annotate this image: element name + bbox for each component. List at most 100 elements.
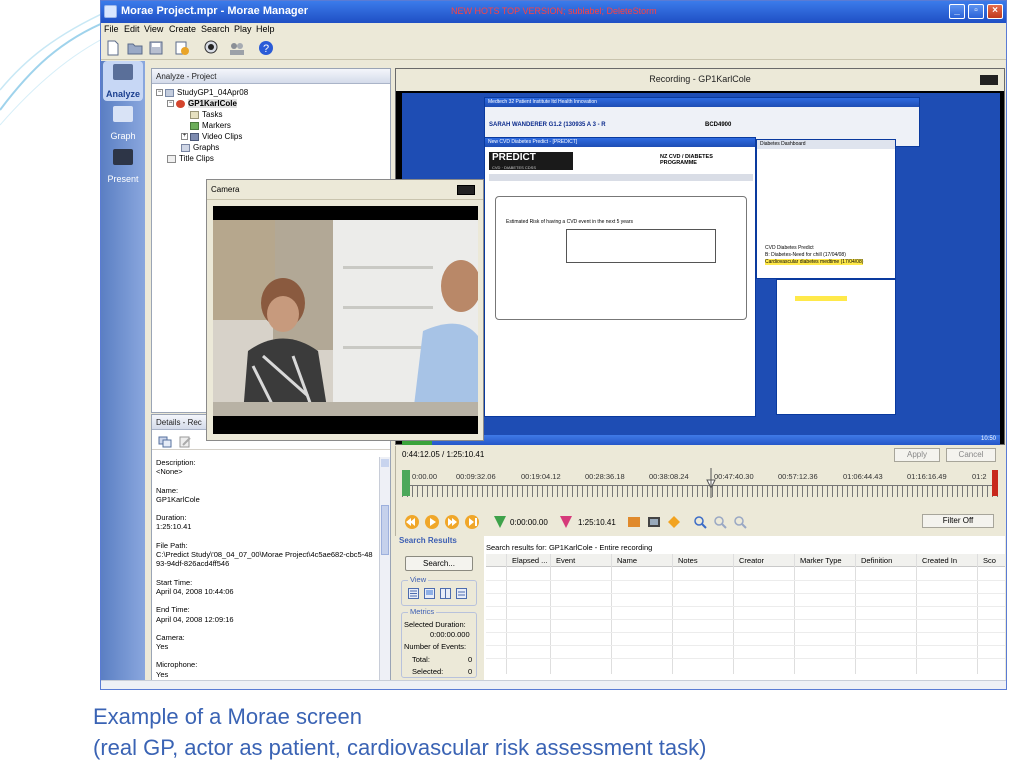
- selected-value: 0: [468, 667, 473, 676]
- edit-icon[interactable]: [178, 436, 192, 448]
- nav-present[interactable]: Present: [103, 146, 143, 186]
- details-panel: Details - Rec Description: <None> Name: …: [151, 414, 391, 686]
- tree-item-markers[interactable]: Markers: [190, 120, 231, 131]
- play-icon[interactable]: [424, 514, 440, 530]
- detail-value: April 04, 2008 10:44:06: [156, 586, 234, 596]
- fast-forward-icon[interactable]: [444, 514, 460, 530]
- copy-icon[interactable]: [158, 436, 172, 448]
- timeline[interactable]: 0:00.00 00:09:32.06 00:19:04.12 00:28:36…: [402, 468, 998, 498]
- playhead[interactable]: [706, 468, 717, 498]
- minimize-button[interactable]: _: [949, 4, 965, 19]
- start-flag-icon[interactable]: [492, 514, 508, 530]
- tree-item-study[interactable]: − StudyGP1_04Apr08: [156, 87, 248, 98]
- filter-button[interactable]: Filter Off: [922, 514, 994, 528]
- start-marker[interactable]: [402, 470, 410, 496]
- analyze-icon: [113, 64, 133, 80]
- menu-view[interactable]: View: [144, 24, 163, 34]
- column-header[interactable]: Created In: [922, 556, 957, 565]
- detail-label: End Time:: [156, 605, 190, 615]
- menu-search[interactable]: Search: [201, 24, 230, 34]
- view-group-title: View: [408, 575, 429, 584]
- marker-icon[interactable]: [666, 514, 682, 530]
- tree-item-video-clips[interactable]: + Video Clips: [181, 131, 242, 142]
- column-header[interactable]: Definition: [861, 556, 892, 565]
- view-detail-icon[interactable]: [440, 588, 451, 599]
- collapse-icon[interactable]: −: [156, 89, 163, 97]
- help-icon[interactable]: ?: [257, 39, 275, 57]
- scroll-up-icon[interactable]: [381, 459, 389, 467]
- column-header[interactable]: Creator: [739, 556, 764, 565]
- column-header[interactable]: Event: [556, 556, 575, 565]
- details-scrollbar[interactable]: [379, 457, 390, 685]
- menu-play[interactable]: Play: [234, 24, 252, 34]
- view-list-icon[interactable]: [408, 588, 419, 599]
- detail-value: C:\Predict Study\'08_04_07_00\Morae Proj…: [156, 550, 373, 569]
- menu-edit[interactable]: Edit: [124, 24, 140, 34]
- recording-detach-button[interactable]: [980, 75, 998, 85]
- predict-tagline: CVD · DIABETES CDSS: [492, 165, 537, 170]
- column-header[interactable]: Sco: [983, 556, 996, 565]
- tree-label: StudyGP1_04Apr08: [177, 88, 249, 97]
- patient-name: SARAH WANDERER G1.2 (130935 A 3 - R: [489, 122, 606, 128]
- menu-help[interactable]: Help: [256, 24, 275, 34]
- view-thumbnail-icon[interactable]: [424, 588, 435, 599]
- tick-label: 00:09:32.06: [456, 472, 496, 481]
- rewind-icon[interactable]: [404, 514, 420, 530]
- tree-item-graphs[interactable]: Graphs: [181, 142, 219, 153]
- column-divider: [855, 554, 856, 674]
- menu-create[interactable]: Create: [169, 24, 196, 34]
- markers-icon: [190, 121, 199, 130]
- column-divider: [977, 554, 978, 674]
- apply-button[interactable]: Apply: [894, 448, 940, 462]
- tick-label: 00:28:36.18: [585, 472, 625, 481]
- current-time: 0:44:12.05 / 1:25:10.41: [402, 450, 485, 459]
- tree-item-tasks[interactable]: Tasks: [190, 109, 222, 120]
- zoom-out-icon[interactable]: [712, 514, 728, 530]
- scroll-thumb[interactable]: [381, 505, 389, 555]
- import-icon[interactable]: [173, 39, 191, 57]
- column-header[interactable]: Notes: [678, 556, 698, 565]
- open-folder-icon[interactable]: [126, 39, 144, 57]
- nav-graph[interactable]: Graph: [103, 103, 143, 143]
- maximize-button[interactable]: ▫: [968, 4, 984, 19]
- title-clips-icon: [167, 154, 176, 163]
- column-header[interactable]: Elapsed ...: [512, 556, 547, 565]
- save-clip-icon[interactable]: [626, 514, 642, 530]
- camera-video: [213, 206, 478, 434]
- save-icon[interactable]: [147, 39, 165, 57]
- tick-label: 0:00.00: [412, 472, 438, 481]
- detail-label: Microphone:: [156, 660, 198, 670]
- view-grid-icon[interactable]: [456, 588, 467, 599]
- users-icon[interactable]: [228, 39, 246, 57]
- zoom-in-icon[interactable]: [692, 514, 708, 530]
- column-header[interactable]: Marker Type: [800, 556, 842, 565]
- detail-label: Duration:: [156, 513, 187, 523]
- menu-file[interactable]: File: [104, 24, 119, 34]
- cancel-button[interactable]: Cancel: [946, 448, 996, 462]
- svg-text:?: ?: [263, 43, 269, 55]
- search-results-heading: Search Results: [399, 536, 457, 545]
- end-marker-time: 1:25:10.41: [578, 518, 616, 527]
- window-horizontal-scrollbar[interactable]: [101, 680, 1006, 689]
- search-button[interactable]: Search...: [405, 556, 473, 571]
- webcam-icon[interactable]: [202, 39, 220, 57]
- tree-item-title-clips[interactable]: Title Clips: [167, 153, 214, 164]
- tree-item-recording[interactable]: − GP1KarlCole: [167, 98, 237, 109]
- collapse-icon[interactable]: −: [167, 100, 174, 108]
- timeline-ruler: [402, 485, 998, 497]
- end-flag-icon[interactable]: [558, 514, 574, 530]
- taskbar-clock: 10:50: [980, 436, 996, 442]
- step-icon[interactable]: [464, 514, 480, 530]
- film-icon[interactable]: [646, 514, 662, 530]
- new-file-icon[interactable]: [104, 39, 122, 57]
- camera-detach-button[interactable]: [457, 185, 475, 195]
- nav-analyze[interactable]: Analyze: [103, 61, 143, 101]
- zoom-fit-icon[interactable]: [732, 514, 748, 530]
- expand-icon[interactable]: +: [181, 133, 188, 141]
- close-button[interactable]: ×: [987, 4, 1003, 19]
- view-group: View: [401, 575, 477, 606]
- end-marker[interactable]: [992, 470, 998, 496]
- app-icon: [104, 5, 117, 18]
- column-header[interactable]: Name: [617, 556, 637, 565]
- caption-line-2: (real GP, actor as patient, cardiovascul…: [93, 735, 707, 760]
